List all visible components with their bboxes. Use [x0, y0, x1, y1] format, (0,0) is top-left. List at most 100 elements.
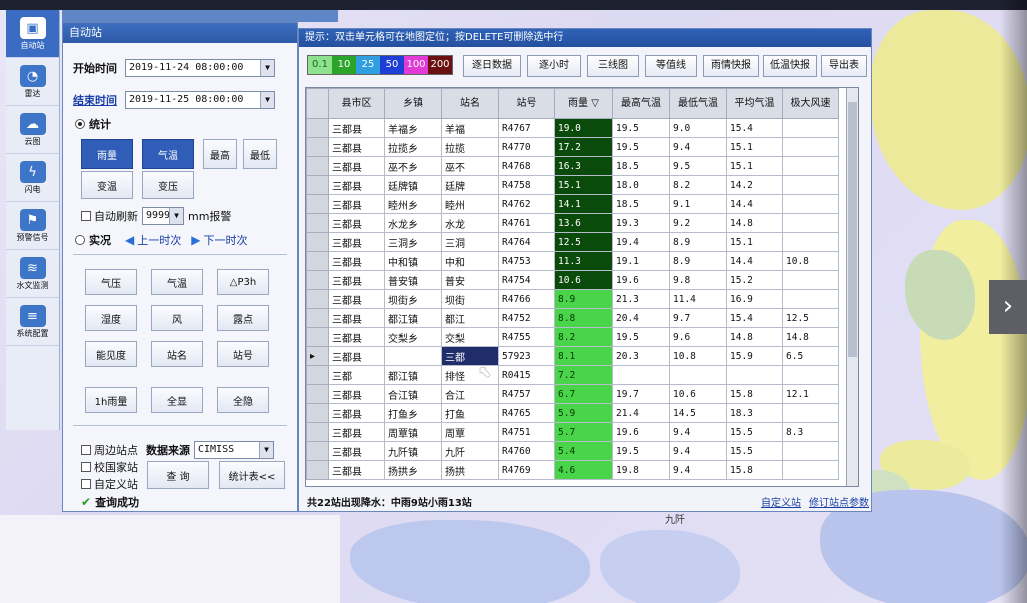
- station-grid[interactable]: 县市区 乡镇 站名 站号 雨量 ▽ 最高气温 最低气温 平均气温 极大风速 三都…: [305, 87, 859, 487]
- table-cell[interactable]: 19.8: [612, 460, 670, 480]
- table-cell[interactable]: [782, 270, 839, 290]
- table-cell[interactable]: [726, 365, 783, 385]
- table-row[interactable]: 三都县 普安镇 普安 R4754 10.6 19.6 9.8 15.2: [306, 270, 839, 290]
- end-time-label[interactable]: 结束时间: [73, 92, 117, 108]
- table-cell[interactable]: [782, 460, 839, 480]
- daily-data-button[interactable]: 逐日数据: [463, 55, 521, 77]
- table-cell[interactable]: 9.2: [669, 213, 727, 233]
- table-cell[interactable]: R4753: [498, 251, 555, 271]
- table-cell[interactable]: [782, 175, 839, 195]
- hourly-button[interactable]: 逐小时: [527, 55, 581, 77]
- chevron-down-icon[interactable]: ▼: [259, 442, 273, 458]
- table-cell[interactable]: 17.2: [554, 137, 613, 157]
- stat-pressure-change-button[interactable]: 变压: [142, 171, 194, 199]
- table-cell[interactable]: R4768: [498, 156, 555, 176]
- row-selector[interactable]: [306, 327, 329, 347]
- table-cell[interactable]: 三都县: [328, 289, 385, 309]
- nav-settings[interactable]: ≡ 系统配置: [6, 298, 59, 346]
- arrow-right-icon[interactable]: ▶: [191, 233, 200, 247]
- table-cell[interactable]: 14.1: [554, 194, 613, 214]
- chevron-right-icon[interactable]: ›: [989, 280, 1027, 334]
- table-cell[interactable]: 19.3: [612, 213, 670, 233]
- col-header[interactable]: 最高气温: [612, 88, 670, 119]
- table-cell[interactable]: 11.4: [669, 289, 727, 309]
- low-temp-report-button[interactable]: 低温快报: [763, 55, 817, 77]
- table-row[interactable]: 三都县 交梨乡 交梨 R4755 8.2 19.5 9.6 14.8 14.8: [306, 327, 839, 347]
- table-cell[interactable]: 睦州乡: [384, 194, 442, 214]
- table-cell[interactable]: R4767: [498, 118, 555, 138]
- table-cell[interactable]: R4760: [498, 441, 555, 461]
- table-cell[interactable]: 15.5: [726, 422, 783, 442]
- table-cell[interactable]: 8.9: [554, 289, 613, 309]
- stat-temp-change-button[interactable]: 变温: [81, 171, 133, 199]
- table-cell[interactable]: 12.5: [554, 232, 613, 252]
- table-cell[interactable]: 15.4: [726, 118, 783, 138]
- table-cell[interactable]: 9.7: [669, 308, 727, 328]
- table-cell[interactable]: 18.5: [612, 194, 670, 214]
- table-cell[interactable]: 15.1: [554, 175, 613, 195]
- table-cell[interactable]: 5.9: [554, 403, 613, 423]
- hide-all-button[interactable]: 全隐: [217, 387, 269, 413]
- table-cell[interactable]: 三都县: [328, 213, 385, 233]
- rain-report-button[interactable]: 雨情快报: [703, 55, 759, 77]
- element-station-id-button[interactable]: 站号: [217, 341, 269, 367]
- table-cell[interactable]: R4751: [498, 422, 555, 442]
- table-cell[interactable]: 9.1: [669, 194, 727, 214]
- auto-refresh-checkbox[interactable]: [81, 211, 91, 221]
- col-header[interactable]: 站号: [498, 88, 555, 119]
- table-cell[interactable]: 15.1: [726, 137, 783, 157]
- next-time-link[interactable]: 下一时次: [203, 232, 247, 248]
- table-cell[interactable]: [782, 213, 839, 233]
- table-cell[interactable]: 三都县: [328, 327, 385, 347]
- table-cell[interactable]: 交梨乡: [384, 327, 442, 347]
- row-selector[interactable]: [306, 308, 329, 328]
- chevron-down-icon[interactable]: ▼: [169, 208, 183, 224]
- nearby-stations-checkbox[interactable]: [81, 445, 91, 455]
- table-cell[interactable]: 10.6: [554, 270, 613, 290]
- row-selector[interactable]: [306, 175, 329, 195]
- edit-station-params-link[interactable]: 修订站点参数: [809, 494, 869, 509]
- element-1h-rain-button[interactable]: 1h雨量: [85, 387, 137, 413]
- row-selector[interactable]: [306, 156, 329, 176]
- realtime-radio[interactable]: [75, 235, 85, 245]
- table-cell[interactable]: 19.0: [554, 118, 613, 138]
- chevron-down-icon[interactable]: ▼: [260, 92, 274, 108]
- table-cell[interactable]: 周覃镇: [384, 422, 442, 442]
- table-cell[interactable]: 14.8: [726, 213, 783, 233]
- table-cell[interactable]: 18.5: [612, 156, 670, 176]
- table-cell[interactable]: 19.6: [612, 422, 670, 442]
- table-cell[interactable]: 九阡: [441, 441, 499, 461]
- table-cell[interactable]: 19.5: [612, 327, 670, 347]
- table-cell[interactable]: 14.8: [782, 327, 839, 347]
- table-cell[interactable]: 坝街: [441, 289, 499, 309]
- table-cell[interactable]: [782, 137, 839, 157]
- row-selector[interactable]: [306, 441, 329, 461]
- table-cell[interactable]: [782, 441, 839, 461]
- table-cell[interactable]: 三都县: [328, 194, 385, 214]
- vertical-scrollbar[interactable]: [846, 88, 858, 486]
- table-cell[interactable]: 普安镇: [384, 270, 442, 290]
- table-cell[interactable]: 扬拱: [441, 460, 499, 480]
- table-cell[interactable]: 中和镇: [384, 251, 442, 271]
- row-selector[interactable]: [306, 137, 329, 157]
- table-cell[interactable]: R4765: [498, 403, 555, 423]
- table-cell[interactable]: [384, 346, 442, 366]
- table-cell[interactable]: 18.3: [726, 403, 783, 423]
- table-cell[interactable]: [782, 194, 839, 214]
- table-cell[interactable]: 10.8: [669, 346, 727, 366]
- table-cell[interactable]: 14.2: [726, 175, 783, 195]
- table-cell[interactable]: 19.7: [612, 384, 670, 404]
- arrow-left-icon[interactable]: ◀: [125, 233, 134, 247]
- prev-time-link[interactable]: 上一时次: [137, 232, 181, 248]
- table-cell[interactable]: 12.5: [782, 308, 839, 328]
- table-cell[interactable]: 三都县: [328, 346, 385, 366]
- table-cell[interactable]: 睦州: [441, 194, 499, 214]
- table-row[interactable]: 三都县 羊福乡 羊福 R4767 19.0 19.5 9.0 15.4: [306, 118, 839, 138]
- table-cell[interactable]: 三都县: [328, 175, 385, 195]
- table-cell[interactable]: 15.9: [726, 346, 783, 366]
- table-cell[interactable]: 9.4: [669, 422, 727, 442]
- national-stations-checkbox[interactable]: [81, 462, 91, 472]
- table-cell[interactable]: R4754: [498, 270, 555, 290]
- table-cell[interactable]: 19.5: [612, 441, 670, 461]
- three-line-chart-button[interactable]: 三线图: [587, 55, 639, 77]
